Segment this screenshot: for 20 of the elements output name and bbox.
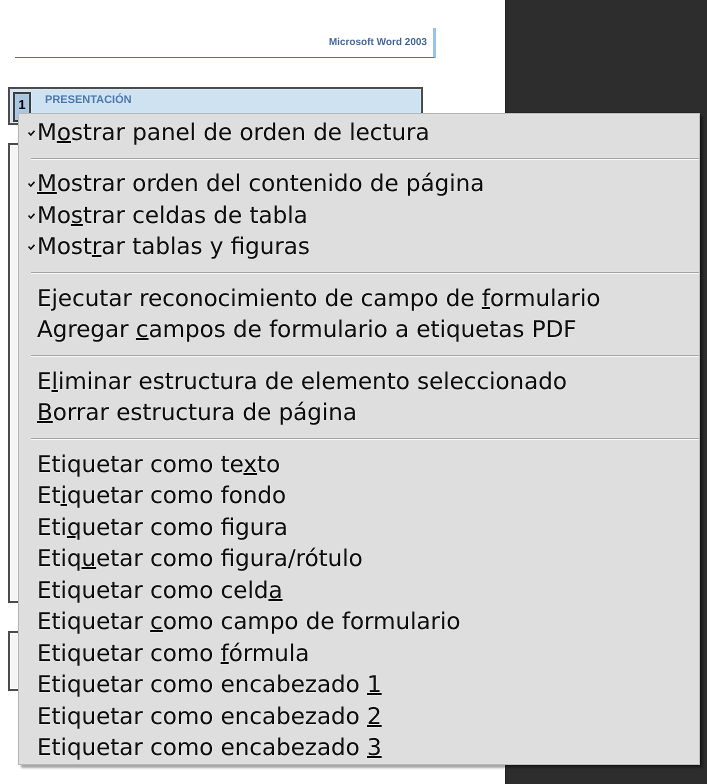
menu-item[interactable]: Ejecutar reconocimiento de campo de formulario (37, 286, 600, 312)
menu-item[interactable]: Etiquetar como figura (37, 514, 288, 541)
menu-item[interactable]: Etiquetar como campo de formulario (37, 609, 460, 636)
section-title: PRESENTACIÓN (45, 94, 132, 106)
menu-item[interactable]: Etiquetar como celda (37, 578, 283, 604)
menu-item[interactable]: Etiquetar como encabezado 3 (37, 735, 382, 762)
menu-item[interactable]: Borrar estructura de página (37, 400, 357, 426)
menu-item[interactable]: Etiquetar como fórmula (37, 640, 310, 667)
menu-item[interactable]: Mostrar tablas y figuras (37, 234, 310, 260)
menu-item[interactable]: Etiquetar como figura/rótulo (37, 546, 363, 572)
menu-item[interactable]: Mostrar celdas de tabla (37, 202, 308, 229)
menu-item[interactable]: Mostrar panel de orden de lectura (37, 120, 430, 146)
menu-item[interactable]: Etiquetar como texto (37, 452, 280, 478)
menu-item[interactable]: Mostrar orden del contenido de página (37, 171, 484, 198)
menu-item[interactable]: Etiquetar como encabezado 1 (37, 672, 382, 698)
header-text: Microsoft Word 2003 (328, 37, 427, 48)
menu-item[interactable]: Etiquetar como fondo (37, 483, 286, 510)
menu-item[interactable]: Agregar campos de formulario a etiquetas PDF (37, 317, 577, 344)
menu-item[interactable]: Eliminar estructura de elemento seleccionado (37, 368, 567, 395)
menu-item[interactable]: Etiquetar como encabezado 2 (37, 704, 382, 730)
